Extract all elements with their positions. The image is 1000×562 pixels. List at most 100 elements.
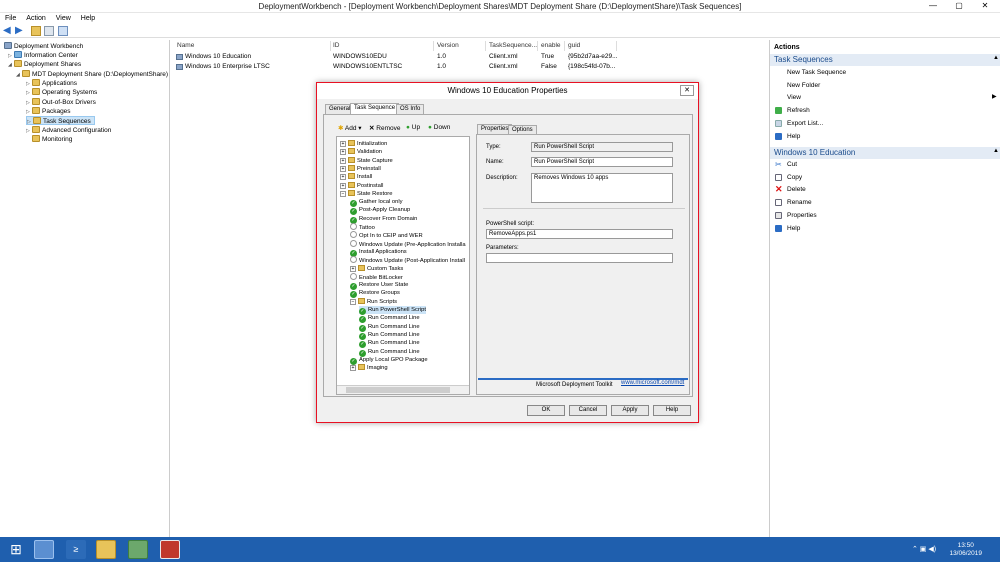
step-item[interactable]: + Postinstall (340, 181, 383, 190)
maximize-button[interactable]: ▢ (946, 0, 972, 12)
action-delete[interactable]: Delete (787, 185, 806, 194)
tree-item-information-center[interactable]: ▷ Information Center (8, 51, 78, 60)
table-row[interactable]: Windows 10 Enterprise LTSC WINDOWS10ENTL… (174, 62, 619, 72)
start-windows-icon[interactable]: ⊞ (6, 540, 26, 559)
action-rename[interactable]: Rename (787, 198, 812, 207)
close-button[interactable]: ✕ (972, 0, 998, 12)
dialog-close-button[interactable]: ✕ (680, 85, 694, 96)
tree-item-task-sequences[interactable]: ▷ Task Sequences (26, 116, 95, 125)
step-item[interactable]: ✓ Run Command Line (359, 348, 420, 357)
step-item[interactable]: ✓ Run Command Line (359, 314, 420, 324)
clock[interactable]: 13:50 13/06/2019 (949, 542, 982, 558)
expand-icon[interactable]: + (340, 157, 346, 164)
parameters-field[interactable] (486, 253, 673, 263)
action-new-task-sequence[interactable]: New Task Sequence (787, 68, 846, 77)
tab-os-info[interactable]: OS Info (396, 104, 425, 114)
action-new-folder[interactable]: New Folder (787, 81, 820, 90)
network-tool-icon[interactable] (128, 540, 148, 559)
step-item[interactable]: ✓ Run Command Line (359, 339, 420, 349)
tab-task-sequence[interactable]: Task Sequence (350, 103, 400, 114)
column-header-name[interactable]: Name (174, 41, 331, 51)
actions-section-task-sequences[interactable]: Task Sequences (770, 54, 1000, 66)
actions-section-selected-item[interactable]: Windows 10 Education (770, 147, 1000, 159)
expand-icon[interactable]: + (340, 182, 346, 189)
expand-icon[interactable]: + (340, 141, 346, 147)
add-button[interactable]: ✱ Add ▾ (338, 124, 362, 132)
step-item[interactable]: ✓ Gather local only (350, 198, 403, 208)
menu-action[interactable]: Action (21, 13, 50, 24)
step-item[interactable]: + Preinstall (340, 164, 381, 173)
menu-view[interactable]: View (51, 13, 76, 24)
column-header-enable[interactable]: enable (538, 41, 565, 51)
remove-button[interactable]: ✕ Remove (369, 124, 400, 132)
collapse-up-icon[interactable]: ▲ (993, 148, 999, 154)
tree-item-drivers[interactable]: ▷ Out-of-Box Drivers (26, 98, 96, 107)
step-item[interactable]: ✓ Run Command Line (359, 323, 420, 332)
menu-help[interactable]: Help (76, 13, 100, 24)
cancel-button[interactable]: Cancel (569, 405, 607, 416)
horizontal-scrollbar[interactable] (337, 385, 469, 394)
collapse-icon[interactable]: − (340, 190, 346, 197)
step-item[interactable]: Windows Update (Pre-Application Installa (350, 239, 466, 248)
step-item[interactable]: − State Restore (340, 189, 392, 198)
tree-item-deployment-workbench[interactable]: Deployment Workbench (4, 42, 83, 51)
tree-item-applications[interactable]: ▷ Applications (26, 79, 77, 88)
scrollbar-thumb[interactable] (346, 387, 450, 393)
step-item[interactable]: Windows Update (Post-Application Install (350, 256, 465, 264)
step-item[interactable]: ✓ Restore User State (350, 281, 408, 291)
column-header-version[interactable]: Version (434, 41, 486, 51)
minimize-button[interactable]: — (920, 0, 946, 12)
collapse-icon[interactable]: − (350, 298, 356, 305)
down-button[interactable]: ● Down (428, 124, 450, 131)
file-explorer-icon[interactable] (96, 540, 116, 559)
expand-icon[interactable]: + (340, 149, 346, 156)
action-view[interactable]: View (787, 93, 801, 102)
forward-arrow-icon[interactable]: ▶ (15, 26, 25, 36)
action-help[interactable]: Help (787, 132, 800, 141)
action-properties[interactable]: Properties (787, 211, 817, 220)
tree-item-mdt-share[interactable]: ◢ MDT Deployment Share (D:\DeploymentShar… (16, 70, 168, 79)
step-item[interactable]: Enable BitLocker (350, 272, 403, 281)
tree-item-advanced-configuration[interactable]: ▷ Advanced Configuration (26, 126, 111, 135)
action-cut[interactable]: Cut (787, 160, 797, 169)
up-folder-icon[interactable] (31, 26, 41, 36)
step-item[interactable]: ✓ Run PowerShell Script (359, 306, 426, 315)
back-arrow-icon[interactable]: ◀ (3, 26, 13, 36)
tree-item-monitoring[interactable]: Monitoring (32, 135, 72, 144)
action-refresh[interactable]: Refresh (787, 106, 810, 115)
step-item[interactable]: + Install (340, 173, 372, 181)
step-item[interactable]: Tattoo (350, 223, 375, 231)
step-item[interactable]: ✓ Post-Apply Cleanup (350, 206, 410, 216)
tree-item-operating-systems[interactable]: ▷ Operating Systems (26, 88, 97, 97)
collapse-up-icon[interactable]: ▲ (993, 55, 999, 61)
expand-icon[interactable]: + (350, 265, 356, 272)
step-item[interactable]: Opt In to CEIP and WER (350, 231, 423, 239)
step-item[interactable]: + Custom Tasks (350, 264, 403, 273)
action-export-list[interactable]: Export List... (787, 119, 823, 128)
menu-file[interactable]: File (0, 13, 21, 24)
help-button[interactable]: Help (653, 405, 691, 416)
deployment-workbench-taskbar-icon[interactable] (160, 540, 180, 559)
step-item[interactable]: ✓ Recover From Domain (350, 215, 417, 224)
expand-icon[interactable]: + (340, 174, 346, 181)
up-button[interactable]: ● Up (406, 124, 420, 131)
column-header-task-sequence[interactable]: TaskSequence... (486, 41, 538, 51)
column-header-id[interactable]: ID (330, 41, 434, 51)
action-help-item[interactable]: Help (787, 224, 800, 233)
step-item[interactable]: + Validation (340, 148, 382, 156)
step-item[interactable]: − Run Scripts (350, 297, 397, 306)
server-manager-icon[interactable] (34, 540, 54, 559)
expand-icon[interactable]: + (340, 165, 346, 172)
step-item[interactable]: ✓ Restore Groups (350, 289, 400, 299)
show-hide-tree-icon[interactable] (44, 26, 54, 36)
powershell-icon[interactable]: ≥ (66, 540, 86, 559)
step-item[interactable]: ✓ Install Applications (350, 248, 407, 257)
properties-icon[interactable] (58, 26, 68, 36)
action-copy[interactable]: Copy (787, 173, 802, 182)
tray-icons[interactable]: ⌃ ▣ ◀) (912, 545, 936, 553)
description-field[interactable]: Removes Windows 10 apps (531, 173, 673, 203)
name-field[interactable]: Run PowerShell Script (531, 157, 673, 167)
column-header-guid[interactable]: guid (565, 41, 617, 51)
tree-item-deployment-shares[interactable]: ◢ Deployment Shares (8, 60, 81, 69)
apply-button[interactable]: Apply (611, 405, 649, 416)
